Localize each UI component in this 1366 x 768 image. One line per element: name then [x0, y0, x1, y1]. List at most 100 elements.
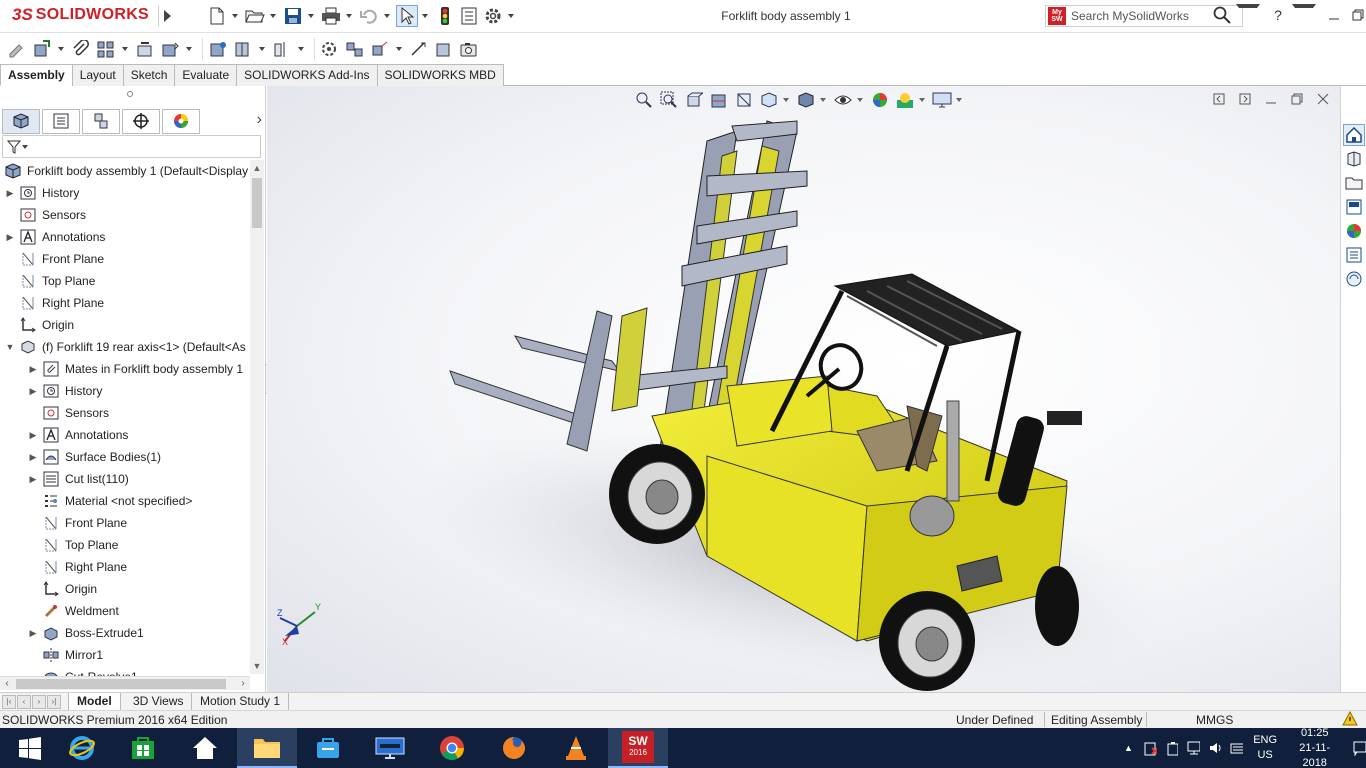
pattern-caret[interactable]	[122, 46, 128, 51]
tab-prev-arrow[interactable]: ‹	[17, 695, 31, 709]
tree-item[interactable]: ▶ Boss-Extrude1	[27, 622, 144, 644]
network-icon[interactable]	[1186, 740, 1200, 756]
instant3d-button[interactable]	[408, 38, 430, 60]
tree-item[interactable]: Material <not specified>	[27, 490, 192, 512]
bottom-tab-model[interactable]: Model	[68, 693, 121, 710]
command-tab-layout[interactable]: Layout	[71, 64, 124, 86]
tree-item[interactable]: Mirror1	[27, 644, 103, 666]
expand-arrow-icon[interactable]: ▶	[4, 188, 16, 199]
bottom-tab-motion-study-1[interactable]: Motion Study 1	[192, 693, 290, 710]
reference-caret[interactable]	[298, 46, 304, 51]
custom-properties-tab[interactable]	[1343, 244, 1365, 266]
tree-item[interactable]: ▶ History	[27, 380, 103, 402]
expand-arrow-icon[interactable]: ▶	[4, 232, 16, 243]
insert-caret[interactable]	[58, 46, 64, 51]
h-scroll-thumb[interactable]	[16, 679, 226, 689]
tab-first-arrow[interactable]: |‹	[2, 695, 16, 709]
feature-manager-tab[interactable]	[2, 108, 40, 134]
tree-filter[interactable]	[2, 135, 261, 158]
tree-item[interactable]: ▶ Annotations	[27, 424, 128, 446]
command-tab-assembly[interactable]: Assembly	[0, 64, 73, 86]
explode-line-sketch-button[interactable]	[369, 38, 391, 60]
undo-caret[interactable]	[384, 14, 390, 18]
tree-item[interactable]: Front Plane	[4, 248, 104, 270]
taskbar-solidworks[interactable]: SW 2016	[608, 728, 668, 768]
tree-item[interactable]: Sensors	[27, 402, 109, 424]
tree-item[interactable]: Sensors	[4, 204, 86, 226]
configuration-manager-tab[interactable]	[82, 108, 120, 134]
keyboard-icon[interactable]	[1230, 740, 1244, 756]
search-button[interactable]	[1210, 4, 1234, 26]
design-library-tab[interactable]	[1343, 148, 1365, 170]
action-center-icon[interactable]	[1352, 740, 1366, 756]
expand-arrow-icon[interactable]: ▶	[27, 430, 39, 441]
taskbar-internet-explorer[interactable]	[52, 728, 112, 768]
assembly-features-button[interactable]	[232, 38, 254, 60]
tree-item[interactable]: ▶ History	[4, 182, 80, 204]
expand-arrow-icon[interactable]: ▶	[27, 386, 39, 397]
scroll-left-arrow[interactable]: ‹	[0, 677, 14, 691]
tree-item[interactable]: Front Plane	[27, 512, 127, 534]
tree-root-assembly[interactable]: Forklift body assembly 1 (Default<Displa…	[4, 160, 248, 182]
move-caret[interactable]	[186, 46, 192, 51]
tree-item[interactable]: ▼ (f) Forklift 19 rear axis<1> (Default<A…	[4, 336, 246, 358]
forum-tab[interactable]	[1343, 268, 1365, 290]
panel-grip[interactable]	[127, 91, 133, 97]
new-document-button[interactable]	[206, 5, 228, 27]
tree-vertical-scrollbar[interactable]: ▲ ▼	[250, 160, 264, 674]
display-manager-tab[interactable]	[162, 108, 200, 134]
property-manager-tab[interactable]	[42, 108, 80, 134]
select-button[interactable]	[396, 5, 418, 27]
tree-item[interactable]: ▶ Annotations	[4, 226, 105, 248]
tree-item[interactable]: ▶ Surface Bodies(1)	[27, 446, 161, 468]
new-caret[interactable]	[232, 14, 238, 18]
units-status[interactable]: MMGS	[1196, 713, 1233, 727]
graphics-area[interactable]: Y Z X	[267, 86, 1340, 692]
tree-item[interactable]: Weldment	[27, 600, 119, 622]
scroll-right-arrow[interactable]: ›	[236, 677, 250, 691]
taskbar-mail[interactable]	[298, 728, 358, 768]
minimize-button[interactable]	[1322, 4, 1346, 26]
update-speedpak-button[interactable]	[433, 38, 455, 60]
take-snapshot-button[interactable]	[458, 38, 480, 60]
tree-item[interactable]: Top Plane	[4, 270, 95, 292]
tab-next-arrow[interactable]: ›	[32, 695, 46, 709]
panel-tabs-more-arrow[interactable]: ›	[257, 111, 262, 129]
options-button[interactable]	[482, 5, 504, 27]
expand-arrow-icon[interactable]: ▶	[27, 452, 39, 463]
collapse-arrow-icon[interactable]: ▼	[4, 342, 16, 352]
open-button[interactable]	[244, 5, 266, 27]
features-caret[interactable]	[259, 46, 265, 51]
start-button[interactable]	[0, 728, 60, 768]
battery-icon[interactable]	[1165, 740, 1179, 756]
tree-item[interactable]: Origin	[4, 314, 74, 336]
tree-item[interactable]: ▶ Cut list(110)	[27, 468, 129, 490]
tree-horizontal-scrollbar[interactable]: ‹ ›	[0, 676, 250, 690]
tree-item[interactable]: Top Plane	[27, 534, 118, 556]
battery-warning-icon[interactable]	[1143, 740, 1157, 756]
taskbar-file-explorer[interactable]	[237, 728, 297, 768]
tab-last-arrow[interactable]: ›|	[47, 695, 61, 709]
command-tab-solidworks-mbd[interactable]: SOLIDWORKS MBD	[376, 64, 504, 86]
tree-item[interactable]: Origin	[27, 578, 97, 600]
file-properties-button[interactable]	[458, 5, 480, 27]
solidworks-resources-tab[interactable]	[1343, 124, 1365, 146]
input-language[interactable]: ENG US	[1253, 733, 1277, 763]
dimxpert-manager-tab[interactable]	[122, 108, 160, 134]
volume-icon[interactable]	[1208, 740, 1222, 756]
help-button[interactable]: ?	[1266, 4, 1290, 26]
taskbar-firefox[interactable]	[484, 728, 544, 768]
exploded-view-button[interactable]	[344, 38, 366, 60]
expand-arrow-icon[interactable]: ▶	[27, 364, 39, 375]
reference-geometry-button[interactable]	[271, 38, 293, 60]
rebuild-button[interactable]	[434, 5, 456, 27]
forklift-3d-model[interactable]	[267, 86, 1340, 692]
tree-item[interactable]: Right Plane	[27, 556, 127, 578]
command-tab-solidworks-add-ins[interactable]: SOLIDWORKS Add-Ins	[236, 64, 378, 86]
taskbar-vlc[interactable]	[546, 728, 606, 768]
scroll-up-arrow[interactable]: ▲	[252, 162, 262, 174]
scroll-down-arrow[interactable]: ▼	[252, 660, 262, 672]
tree-item[interactable]: ▶ Mates in Forklift body assembly 1	[27, 358, 243, 380]
bill-of-materials-button[interactable]	[319, 38, 341, 60]
select-caret[interactable]	[422, 14, 428, 18]
